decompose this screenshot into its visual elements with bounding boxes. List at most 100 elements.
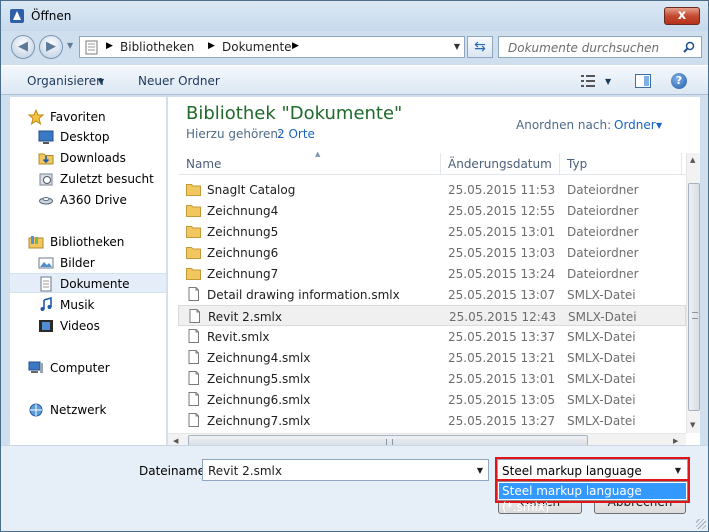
breadcrumb-separator-icon[interactable]: ▶ xyxy=(106,41,113,51)
breadcrumb-separator-icon[interactable]: ▶ xyxy=(292,41,299,51)
search-icon[interactable] xyxy=(683,41,695,53)
file-date: 25.05.2015 11:53 xyxy=(448,183,556,197)
file-type: SMLX-Datei xyxy=(567,351,636,365)
filetype-dropdown-icon[interactable]: ▼ xyxy=(675,466,681,475)
file-row[interactable]: SnagIt Catalog 25.05.2015 11:53 Dateiordne… xyxy=(178,179,686,200)
file-icon xyxy=(186,392,201,406)
help-icon[interactable]: ? xyxy=(671,73,687,89)
pictures-icon xyxy=(38,257,54,269)
forward-button[interactable]: ▶ xyxy=(39,35,63,59)
file-date: 25.05.2015 13:03 xyxy=(448,246,556,260)
organize-button[interactable]: Organisieren xyxy=(27,74,104,88)
column-divider[interactable] xyxy=(440,153,441,175)
music-icon xyxy=(40,297,52,311)
file-type: Dateiordner xyxy=(567,225,639,239)
downloads-icon xyxy=(38,153,54,165)
file-type: SMLX-Datei xyxy=(567,414,636,428)
new-folder-button[interactable]: Neuer Ordner xyxy=(138,74,220,88)
file-row[interactable]: Zeichnung5 25.05.2015 13:01 Dateiordner xyxy=(178,221,686,242)
nav-libraries[interactable]: Bibliotheken xyxy=(10,232,166,252)
filename-label: Dateiname: xyxy=(139,464,210,478)
column-header-row: ▲ Name Änderungsdatum Typ xyxy=(178,150,686,175)
file-row[interactable]: Zeichnung5.smlx 25.05.2015 13:01 SMLX-Date… xyxy=(178,368,686,389)
nav-desktop[interactable]: Desktop xyxy=(10,127,166,147)
navigation-pane: Favoriten Desktop Downloads Zuletzt besu… xyxy=(10,97,167,445)
back-button[interactable]: ◀ xyxy=(11,35,35,59)
file-row[interactable]: Zeichnung7.smlx 25.05.2015 13:27 SMLX-Date… xyxy=(178,410,686,431)
nav-favorites[interactable]: Favoriten xyxy=(10,107,166,127)
vertical-scroll-thumb[interactable] xyxy=(688,183,700,411)
recent-pages-dropdown-icon[interactable]: ▼ xyxy=(67,41,73,50)
nav-computer[interactable]: Computer xyxy=(10,358,166,378)
organize-dropdown-icon[interactable]: ▼ xyxy=(98,77,104,86)
nav-downloads[interactable]: Downloads xyxy=(10,148,166,168)
column-divider[interactable] xyxy=(559,153,560,175)
close-button[interactable]: x xyxy=(664,7,700,25)
sort-ascending-icon: ▲ xyxy=(315,150,321,158)
change-view-icon[interactable] xyxy=(581,75,595,87)
file-name: Revit.smlx xyxy=(207,330,270,344)
file-row[interactable]: Zeichnung7 25.05.2015 13:24 Dateiordner xyxy=(178,263,686,284)
column-header-date[interactable]: Änderungsdatum xyxy=(448,157,552,171)
computer-icon xyxy=(28,361,43,373)
file-list: SnagIt Catalog 25.05.2015 11:53 Dateiordne… xyxy=(178,179,686,431)
column-divider[interactable] xyxy=(681,153,682,175)
search-input[interactable]: Dokumente durchsuchen xyxy=(498,36,702,58)
library-documents-icon xyxy=(85,40,98,55)
scroll-right-icon[interactable]: ▶ xyxy=(673,437,678,445)
nav-music[interactable]: Musik xyxy=(10,295,166,315)
file-type: SMLX-Datei xyxy=(567,288,636,302)
file-row[interactable]: Revit 2.smlx 25.05.2015 12:43 SMLX-Datei xyxy=(178,305,686,326)
nav-documents[interactable]: Dokumente xyxy=(10,273,166,293)
filetype-option-smlx[interactable]: Steel markup language (*.smlx) xyxy=(499,483,686,514)
breadcrumb-separator-icon[interactable]: ▶ xyxy=(208,41,215,51)
nav-pictures[interactable]: Bilder xyxy=(10,253,166,273)
column-header-type[interactable]: Typ xyxy=(567,157,587,171)
filetype-select[interactable]: Steel markup language (*.smlx) ▼ xyxy=(495,457,690,492)
arrange-by-dropdown-icon[interactable]: ▼ xyxy=(656,121,662,130)
file-date: 25.05.2015 13:37 xyxy=(448,330,556,344)
folder-icon xyxy=(186,203,201,217)
title-bar: Öffnen x xyxy=(1,1,708,31)
file-row[interactable]: Zeichnung4.smlx 25.05.2015 13:21 SMLX-Date… xyxy=(178,347,686,368)
column-header-name[interactable]: Name xyxy=(186,157,221,171)
file-name: Zeichnung4.smlx xyxy=(207,351,311,365)
nav-network[interactable]: Netzwerk xyxy=(10,400,166,420)
filename-dropdown-icon[interactable]: ▼ xyxy=(477,466,483,475)
file-row[interactable]: Detail drawing information.smlx 25.05.201… xyxy=(178,284,686,305)
file-row[interactable]: Zeichnung6 25.05.2015 13:03 Dateiordner xyxy=(178,242,686,263)
documents-icon xyxy=(40,276,52,292)
file-date: 25.05.2015 13:24 xyxy=(448,267,556,281)
address-dropdown-icon[interactable]: ▼ xyxy=(454,42,460,51)
breadcrumb-documents[interactable]: Dokumente xyxy=(222,40,292,54)
file-row[interactable]: Zeichnung6.smlx 25.05.2015 13:05 SMLX-Date… xyxy=(178,389,686,410)
scroll-left-icon[interactable]: ◀ xyxy=(173,437,178,445)
arrange-by-dropdown[interactable]: Ordner xyxy=(614,118,656,132)
resize-grip-icon[interactable] xyxy=(696,519,706,529)
file-name: Zeichnung6.smlx xyxy=(207,393,311,407)
nav-recent-places[interactable]: Zuletzt besucht xyxy=(10,169,166,189)
scroll-up-icon[interactable]: ▲ xyxy=(690,156,695,164)
file-row[interactable]: Zeichnung4 25.05.2015 12:55 Dateiordner xyxy=(178,200,686,221)
star-icon xyxy=(28,109,44,125)
file-type: SMLX-Datei xyxy=(567,393,636,407)
filename-value[interactable]: Revit 2.smlx xyxy=(208,464,282,478)
file-name: Revit 2.smlx xyxy=(208,310,282,324)
desktop-icon xyxy=(38,130,54,144)
file-type: Dateiordner xyxy=(567,246,639,260)
vertical-scrollbar[interactable]: ▲ ▼ xyxy=(686,153,700,433)
nav-videos[interactable]: Videos xyxy=(10,316,166,336)
view-options-dropdown-icon[interactable]: ▼ xyxy=(605,77,611,86)
scroll-grip-icon xyxy=(692,312,698,319)
file-date: 25.05.2015 13:27 xyxy=(448,414,556,428)
preview-pane-icon[interactable] xyxy=(635,74,651,88)
refresh-button[interactable]: ⇆ xyxy=(467,36,493,58)
breadcrumb-libraries[interactable]: Bibliotheken xyxy=(120,40,194,54)
nav-a360-drive[interactable]: A360 Drive xyxy=(10,190,166,210)
filename-combobox[interactable]: Revit 2.smlx ▼ xyxy=(202,459,489,481)
library-locations-link[interactable]: 2 Orte xyxy=(277,127,315,141)
scroll-down-icon[interactable]: ▼ xyxy=(690,421,695,429)
file-icon xyxy=(186,350,201,364)
file-row[interactable]: Revit.smlx 25.05.2015 13:37 SMLX-Datei xyxy=(178,326,686,347)
address-bar[interactable]: ▶ Bibliotheken ▶ Dokumente ▶ ▼ xyxy=(79,36,465,58)
